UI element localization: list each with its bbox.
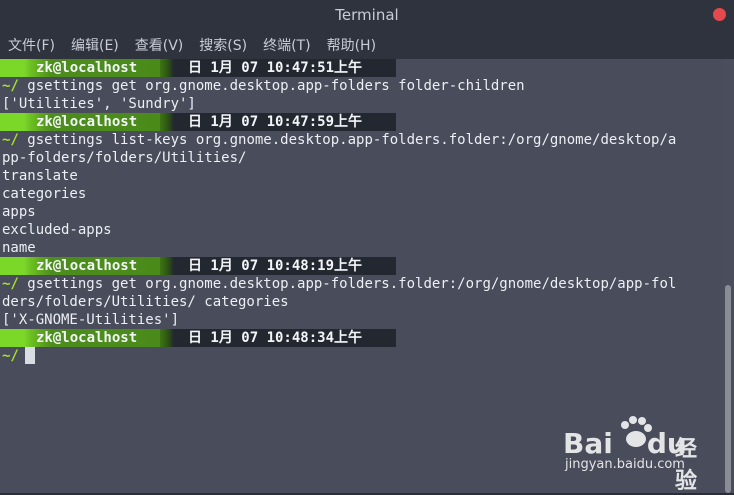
output-line: name	[2, 240, 36, 256]
prompt-user: zk@localhost	[36, 330, 138, 346]
prompt-bar: zk@localhost 日 1月 07 10:47:59上午	[0, 113, 722, 131]
watermark-url: jingyan.baidu.com	[565, 457, 685, 472]
output-line: ['Utilities', 'Sundry']	[2, 96, 196, 112]
prompt-bar: zk@localhost 日 1月 07 10:48:34上午	[0, 329, 722, 347]
command-text: gsettings get org.gnome.desktop.app-fold…	[27, 276, 677, 292]
command-wrap-line: pp-folders/folders/Utilities/	[2, 150, 247, 166]
prompt-tilde: ~/	[2, 276, 19, 292]
prompt-user-segment: zk@localhost	[0, 113, 174, 131]
scrollbar-thumb[interactable]	[725, 285, 731, 493]
command-text: gsettings get org.gnome.desktop.app-fold…	[27, 78, 525, 94]
output-line: excluded-apps	[2, 222, 112, 238]
output-line: ['X-GNOME-Utilities']	[2, 312, 180, 328]
menu-search[interactable]: 搜索(S)	[199, 35, 247, 55]
menu-view[interactable]: 查看(V)	[135, 35, 184, 55]
command-line: ~/ gsettings get org.gnome.desktop.app-f…	[0, 77, 722, 95]
prompt-date: 日 1月 07 10:47:51上午	[174, 59, 396, 77]
title-bar[interactable]: Terminal	[0, 0, 734, 30]
prompt-date: 日 1月 07 10:47:59上午	[174, 113, 396, 131]
command-line: ~/	[0, 347, 722, 365]
prompt-separator	[160, 113, 174, 131]
prompt-user-segment: zk@localhost	[0, 329, 174, 347]
prompt-bar: zk@localhost 日 1月 07 10:47:51上午	[0, 59, 722, 77]
output-line: apps	[2, 204, 36, 220]
command-wrap-line: ders/folders/Utilities/ categories	[2, 294, 289, 310]
prompt-user: zk@localhost	[36, 60, 138, 76]
terminal-window: Terminal 文件(F) 编辑(E) 查看(V) 搜索(S) 终端(T) 帮…	[0, 0, 734, 494]
prompt-tilde: ~/	[2, 348, 19, 364]
command-text: gsettings list-keys org.gnome.desktop.ap…	[27, 132, 677, 148]
prompt-separator	[160, 59, 174, 77]
prompt-bar: zk@localhost 日 1月 07 10:48:19上午	[0, 257, 722, 275]
menu-edit[interactable]: 编辑(E)	[71, 35, 119, 55]
command-line: ~/ gsettings list-keys org.gnome.desktop…	[0, 131, 722, 149]
window-title: Terminal	[335, 6, 399, 24]
command-line: ~/ gsettings get org.gnome.desktop.app-f…	[0, 275, 722, 293]
output-line: translate	[2, 168, 78, 184]
close-icon[interactable]	[713, 8, 726, 21]
prompt-date: 日 1月 07 10:48:34上午	[174, 329, 396, 347]
prompt-separator	[160, 257, 174, 275]
prompt-user: zk@localhost	[36, 258, 138, 274]
prompt-user: zk@localhost	[36, 114, 138, 130]
menu-bar: 文件(F) 编辑(E) 查看(V) 搜索(S) 终端(T) 帮助(H)	[0, 30, 734, 59]
prompt-user-segment: zk@localhost	[0, 59, 174, 77]
menu-help[interactable]: 帮助(H)	[327, 35, 376, 55]
prompt-tilde: ~/	[2, 132, 19, 148]
menu-terminal[interactable]: 终端(T)	[263, 35, 310, 55]
text-cursor	[24, 347, 35, 364]
prompt-separator	[160, 329, 174, 347]
prompt-tilde: ~/	[2, 78, 19, 94]
prompt-date: 日 1月 07 10:48:19上午	[174, 257, 396, 275]
prompt-user-segment: zk@localhost	[0, 257, 174, 275]
output-line: categories	[2, 186, 87, 202]
baidu-jingyan-watermark: Bai du 经验 jingyan.baidu.com	[563, 405, 713, 494]
menu-file[interactable]: 文件(F)	[8, 35, 55, 55]
paw-icon	[621, 416, 652, 447]
